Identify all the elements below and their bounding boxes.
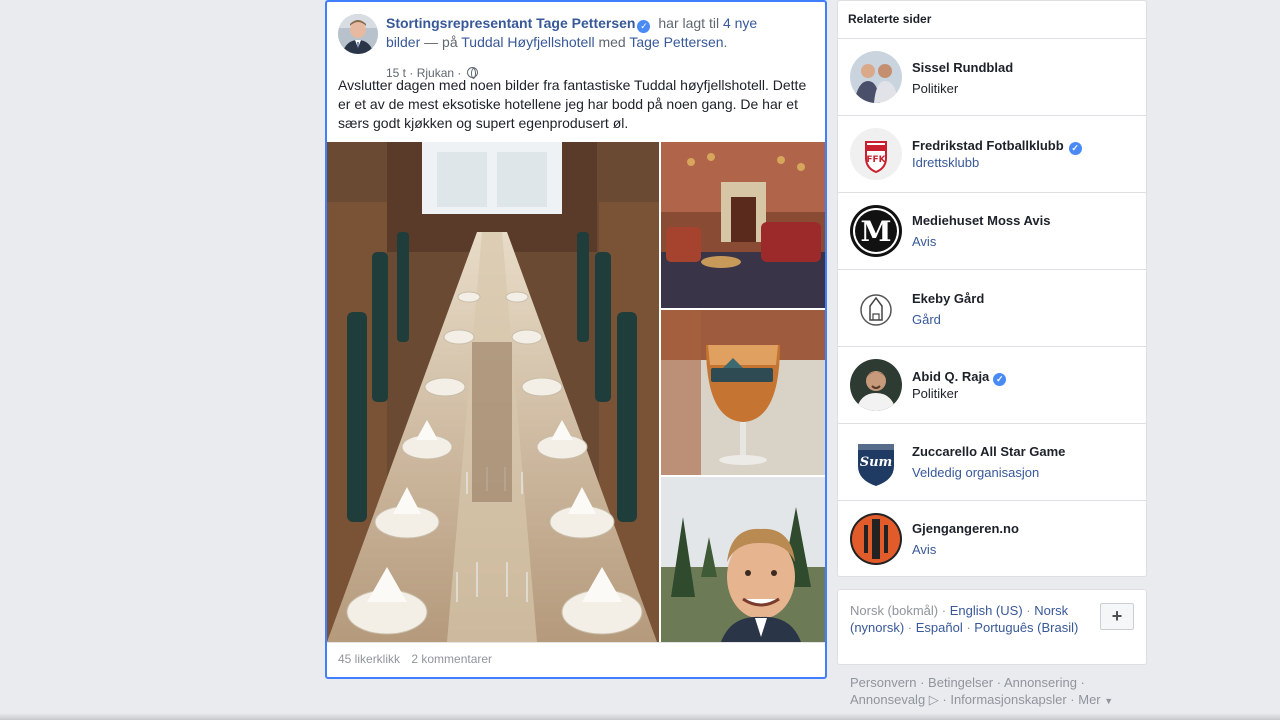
related-avatar[interactable] [850, 282, 902, 334]
related-item[interactable]: Abid Q. Raja ✓ Politiker [838, 347, 1146, 424]
photo-lounge[interactable] [661, 142, 825, 308]
related-name[interactable]: Sissel Rundblad [912, 60, 1013, 75]
related-pages-panel: Relaterte sider Sissel Rundblad Politike… [837, 0, 1147, 577]
post-headline: Stortingsrepresentant Tage Pettersen ✓ ha… [386, 14, 786, 52]
footer-link[interactable]: Annonsevalg [850, 692, 925, 707]
related-avatar[interactable] [850, 359, 902, 411]
post-card: Stortingsrepresentant Tage Pettersen ✓ ha… [325, 0, 827, 679]
related-name[interactable]: Abid Q. Raja ✓ [912, 369, 1010, 386]
svg-text:M: M [861, 215, 892, 248]
language-option[interactable]: Español [916, 620, 963, 635]
related-category[interactable]: Veldedig organisasjon [912, 465, 1039, 480]
photo-dining-table[interactable] [327, 142, 659, 642]
photo-beer-glass[interactable] [661, 310, 825, 475]
related-avatar[interactable] [850, 51, 902, 103]
svg-text:Sum: Sum [860, 455, 893, 470]
language-option[interactable]: Português (Brasil) [974, 620, 1078, 635]
related-category[interactable]: Idrettsklubb [912, 155, 979, 170]
language-option[interactable]: English (US) [950, 603, 1023, 618]
related-item[interactable]: Sum Zuccarello All Star Game Veldedig or… [838, 424, 1146, 501]
related-item[interactable]: Gjengangeren.no Avis [838, 501, 1146, 578]
verified-badge-icon: ✓ [993, 373, 1007, 386]
tagged-person-link[interactable]: Tage Pettersen [629, 34, 723, 50]
related-item[interactable]: Sissel Rundblad Politiker [838, 39, 1146, 116]
related-category: Politiker [912, 81, 959, 96]
related-item[interactable]: M Mediehuset Moss Avis Avis [838, 193, 1146, 270]
comments-count[interactable]: 2 kommentarer [411, 652, 492, 666]
footer-link[interactable]: Annonsering [1004, 675, 1077, 690]
related-pages-title: Relaterte sider [838, 1, 1146, 39]
post-action-text: har lagt til [658, 15, 720, 31]
add-language-button[interactable]: + [1100, 603, 1134, 630]
post-stats: 45 likerklikk 2 kommentarer [338, 652, 500, 666]
period-text: . [723, 34, 728, 50]
related-category[interactable]: Avis [912, 234, 936, 249]
related-category: Politiker [912, 386, 959, 401]
footer-link-more[interactable]: Mer ▼ [1078, 692, 1113, 707]
caret-down-icon: ▼ [1104, 696, 1114, 706]
related-name[interactable]: Mediehuset Moss Avis [912, 213, 1050, 228]
place-link[interactable]: Tuddal Høyfjellshotell [461, 34, 594, 50]
related-name[interactable]: Zuccarello All Star Game [912, 444, 1065, 459]
language-panel: Norsk (bokmål) · English (US) · Norsk (n… [837, 589, 1147, 665]
bottom-edge [0, 713, 1280, 720]
footer-link[interactable]: Informasjonskapsler [950, 692, 1066, 707]
likes-count[interactable]: 45 likerklikk [338, 652, 400, 666]
footer-link[interactable]: Personvern [850, 675, 916, 690]
footer-divider [327, 642, 825, 643]
adchoices-icon: ▷ [925, 692, 939, 707]
related-category[interactable]: Avis [912, 542, 936, 557]
footer-link[interactable]: Betingelser [928, 675, 993, 690]
svg-text:FFK: FFK [866, 155, 886, 165]
photo-selfie[interactable] [661, 477, 825, 642]
related-avatar[interactable]: M [850, 205, 902, 257]
verified-badge-icon: ✓ [637, 20, 651, 33]
verified-badge-icon: ✓ [1068, 142, 1082, 155]
related-item[interactable]: Ekeby Gård Gård [838, 270, 1146, 347]
post-author-link[interactable]: Stortingsrepresentant Tage Pettersen [386, 15, 635, 31]
author-avatar[interactable] [338, 14, 378, 54]
related-name[interactable]: Ekeby Gård [912, 291, 984, 306]
related-name[interactable]: Fredrikstad Fotballklubb ✓ [912, 138, 1086, 155]
dash-text: — på [424, 34, 458, 50]
language-list: Norsk (bokmål) · English (US) · Norsk (n… [850, 603, 1079, 635]
related-category[interactable]: Gård [912, 312, 941, 327]
related-avatar[interactable] [850, 513, 902, 565]
with-text: med [598, 34, 626, 50]
related-name[interactable]: Gjengangeren.no [912, 521, 1019, 536]
post-text: Avslutter dagen med noen bilder fra fant… [338, 77, 807, 131]
photo-grid [327, 142, 825, 642]
related-avatar[interactable]: FFK [850, 128, 902, 180]
current-language: Norsk (bokmål) [850, 603, 939, 618]
related-item[interactable]: FFK Fredrikstad Fotballklubb ✓ Idrettsklu… [838, 116, 1146, 193]
related-avatar[interactable]: Sum [850, 436, 902, 488]
